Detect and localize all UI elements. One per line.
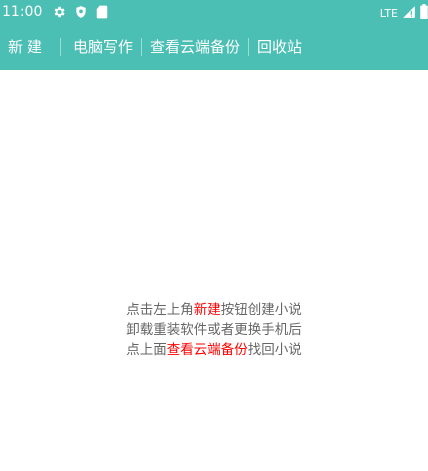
battery-icon: [420, 4, 428, 23]
pc-writing-button[interactable]: 电脑写作: [61, 37, 141, 57]
status-time: 11:00: [2, 4, 43, 20]
hint-link-new: 新建: [193, 302, 221, 318]
signal-icon: [402, 4, 416, 23]
gear-icon: [52, 4, 66, 23]
shield-icon: [74, 4, 88, 23]
status-icons-right: LTE: [380, 4, 428, 23]
status-bar: 11:00 LTE: [0, 0, 428, 24]
cloud-backup-button[interactable]: 查看云端备份: [142, 37, 248, 57]
new-button[interactable]: 新建: [0, 37, 60, 57]
hint-line-2: 卸载重装软件或者更换手机后: [126, 322, 302, 338]
status-icons-left: [52, 4, 108, 23]
hint-text: 按钮创建小说: [220, 302, 302, 318]
network-type: LTE: [379, 6, 398, 20]
hint-line-3: 点上面查看云端备份找回小说: [0, 340, 428, 360]
top-toolbar: 新建 电脑写作 查看云端备份 回收站: [0, 24, 428, 70]
hint-text: 找回小说: [247, 342, 302, 358]
hint-link-cloud-backup: 查看云端备份: [166, 342, 248, 358]
recycle-bin-button[interactable]: 回收站: [249, 37, 310, 57]
empty-state-hint: 点击左上角新建按钮创建小说 卸载重装软件或者更换手机后 点上面查看云端备份找回小…: [0, 300, 428, 360]
app-screen: 11:00 LTE 新建 电脑写作 查看云端备份 回收站 点击左上角新建按钮创建…: [0, 0, 428, 471]
hint-text: 点上面: [126, 342, 167, 358]
sd-card-icon: [96, 4, 108, 23]
hint-text: 点击左上角: [126, 302, 194, 318]
hint-line-1: 点击左上角新建按钮创建小说: [0, 300, 428, 320]
